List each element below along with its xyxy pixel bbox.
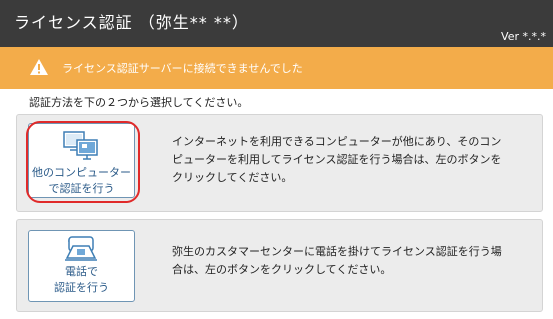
description-line: ピューターを利用してライセンス認証を行う場合は、左のボタンを — [172, 153, 502, 166]
phone-icon — [65, 236, 97, 261]
button-label-line: 電話で — [65, 265, 98, 278]
button-label-line: 認証を行う — [54, 281, 109, 294]
description-line: インターネットを利用できるコンピューターが他にあり、そのコン — [172, 135, 502, 148]
warning-message: ライセンス認証サーバーに接続できませんでした — [62, 62, 303, 75]
window-title: ライセンス認証 （弥生** **） — [14, 13, 249, 32]
warning-icon — [30, 59, 48, 75]
phone-auth-button[interactable]: 電話で 認証を行う — [28, 230, 135, 302]
title-bar: ライセンス認証 （弥生** **） Ver *.*.* — [0, 0, 553, 47]
instruction-text: 認証方法を下の２つから選択してください。 — [29, 96, 249, 109]
license-auth-window: ライセンス認証 （弥生** **） Ver *.*.* ライセンス認証サーバーに… — [0, 0, 553, 319]
description-line: 合は、左のボタンをクリックしてください。 — [172, 263, 392, 276]
button-label-line: 他のコンピューター — [32, 166, 131, 179]
phone-description: 弥生のカスタマーセンターに電話を掛けてライセンス認証を行う場 合は、左のボタンを… — [172, 243, 522, 279]
computers-icon — [63, 131, 98, 160]
other-computer-description: インターネットを利用できるコンピューターが他にあり、そのコン ピューターを利用し… — [172, 133, 522, 187]
description-line: クリックしてください。 — [172, 171, 293, 184]
other-computer-button-label: 他のコンピューター で認証を行う — [29, 165, 134, 197]
version-label: Ver *.*.* — [501, 30, 546, 43]
option-panel-phone: 電話で 認証を行う 弥生のカスタマーセンターに電話を掛けてライセンス認証を行う場… — [16, 219, 543, 312]
phone-button-label: 電話で 認証を行う — [29, 264, 134, 296]
option-panel-other-computer: 他のコンピューター で認証を行う インターネットを利用できるコンピューターが他に… — [16, 114, 543, 212]
button-label-line: で認証を行う — [48, 182, 115, 195]
other-computer-auth-button[interactable]: 他のコンピューター で認証を行う — [28, 123, 135, 198]
warning-banner: ライセンス認証サーバーに接続できませんでした — [0, 47, 553, 89]
description-line: 弥生のカスタマーセンターに電話を掛けてライセンス認証を行う場 — [172, 245, 502, 258]
